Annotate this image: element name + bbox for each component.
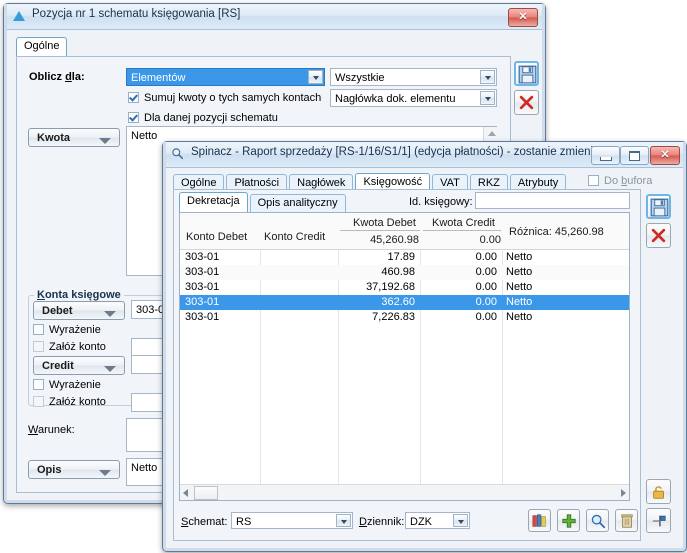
window2-close-button[interactable]: ✕	[650, 146, 680, 165]
chevron-down-icon[interactable]	[480, 70, 495, 84]
checkbox-wyrazenie-credit[interactable]	[33, 379, 44, 390]
search-button[interactable]	[586, 509, 609, 532]
window1-titlebar[interactable]: Pozycja nr 1 schematu księgowania [RS] ✕	[4, 4, 545, 30]
id-ksiegowy-input[interactable]	[475, 192, 630, 209]
window1-title: Pozycja nr 1 schematu księgowania [RS]	[32, 8, 241, 20]
delete-button[interactable]	[615, 509, 638, 532]
pin-icon	[652, 515, 666, 527]
padlock-icon	[653, 486, 664, 499]
magnifier-icon	[591, 514, 606, 529]
scroll-right-icon[interactable]	[621, 489, 626, 497]
checkbox-dla-danej-pozycji[interactable]	[128, 112, 139, 123]
debet-button[interactable]: Debet	[33, 301, 125, 320]
minimize-icon	[600, 157, 612, 161]
cancel-icon	[651, 228, 666, 243]
checkbox-do-bufora[interactable]	[588, 175, 599, 186]
magnifier-icon	[172, 148, 184, 160]
scroll-up-icon[interactable]	[488, 131, 496, 136]
combo-zakres[interactable]: Wszystkie	[330, 68, 497, 86]
dekretacja-grid[interactable]: Konto Debet Konto Credit Kwota Debet Kwo…	[179, 212, 630, 501]
window1-tabstrip[interactable]: Ogólne	[16, 37, 68, 58]
grid-total-kwota-debet: 45,260.98	[370, 234, 419, 246]
window1-close-button[interactable]: ✕	[508, 8, 538, 27]
oblicz-dla-label: Oblicz dla:	[29, 71, 85, 83]
table-row[interactable]: 303-01 37,192.68 0.00 Netto	[180, 280, 629, 295]
checkbox-zaloz-konto-debet[interactable]	[33, 341, 44, 352]
checkbox-zaloz-konto-credit-label[interactable]: Załóż konto	[49, 396, 106, 409]
chevron-down-icon	[104, 311, 116, 317]
combo-oblicz-dla[interactable]: Elementów	[126, 68, 325, 86]
grid-col-konto-credit[interactable]: Konto Credit	[264, 231, 325, 243]
subtab-opis-analityczny[interactable]: Opis analityczny	[249, 194, 346, 213]
window2-subtabstrip[interactable]: Dekretacja Opis analityczny	[179, 192, 346, 213]
opis-button[interactable]: Opis	[28, 460, 120, 479]
window2-maximize-button[interactable]	[620, 146, 649, 165]
chevron-down-icon	[104, 366, 116, 372]
schemat-label: Schemat:	[181, 516, 228, 528]
combo-dziennik[interactable]: DZK	[405, 512, 470, 529]
chevron-down-icon[interactable]	[453, 514, 468, 527]
chevron-down-icon[interactable]	[308, 70, 323, 84]
grid-roznica: Różnica: 45,260.98	[509, 226, 604, 238]
window2-lock-button[interactable]	[646, 479, 671, 504]
table-row[interactable]: 303-01 17.89 0.00 Netto	[180, 250, 629, 265]
window-spinacz-raport[interactable]: Spinacz - Raport sprzedaży [RS-1/16/S1/1…	[162, 141, 687, 552]
konta-ksiegowe-legend: Konta księgowe	[34, 289, 124, 301]
combo-schemat[interactable]: RS	[231, 512, 353, 529]
credit-button[interactable]: Credit	[33, 356, 125, 375]
plus-icon	[562, 514, 576, 528]
chevron-down-icon	[99, 138, 111, 144]
checkbox-zaloz-konto-credit[interactable]	[33, 396, 44, 407]
chevron-down-icon[interactable]	[480, 91, 495, 105]
trash-icon	[621, 514, 633, 528]
books-button[interactable]	[528, 509, 551, 532]
books-icon	[532, 514, 546, 527]
grid-col-kwota-debet[interactable]: Kwota Debet	[353, 217, 416, 229]
table-row-selected[interactable]: 303-01 362.60 0.00 Netto	[180, 295, 629, 310]
window2-cancel-button[interactable]	[646, 223, 671, 248]
checkbox-sumuj[interactable]	[128, 92, 139, 103]
save-icon	[518, 65, 537, 84]
checkbox-sumuj-label[interactable]: Sumuj kwoty o tych samych kontach	[144, 92, 321, 105]
tab-ogolne[interactable]: Ogólne	[16, 37, 68, 58]
grid-col-kwota-credit[interactable]: Kwota Credit	[432, 217, 495, 229]
grid-header: Konto Debet Konto Credit Kwota Debet Kwo…	[180, 213, 629, 250]
subtab-dekretacja[interactable]: Dekretacja	[179, 192, 248, 213]
grid-total-kwota-credit: 0.00	[479, 234, 501, 246]
grid-horizontal-scrollbar[interactable]	[180, 484, 629, 500]
checkbox-dla-danej-pozycji-label[interactable]: Dla danej pozycji schematu	[144, 112, 278, 125]
window1-save-button[interactable]	[514, 61, 539, 86]
kwota-button[interactable]: Kwota	[28, 128, 120, 147]
window2-title: Spinacz - Raport sprzedaży [RS-1/16/S1/1…	[191, 146, 612, 158]
dziennik-label: Dziennik:	[359, 516, 405, 528]
window2-pin-button[interactable]	[646, 508, 671, 533]
chevron-down-icon	[99, 470, 111, 476]
window2-titlebar[interactable]: Spinacz - Raport sprzedaży [RS-1/16/S1/1…	[163, 142, 686, 168]
close-icon: ✕	[660, 149, 670, 161]
cancel-icon	[519, 95, 534, 110]
checkbox-wyrazenie-credit-label[interactable]: Wyrażenie	[49, 379, 101, 392]
scroll-thumb[interactable]	[194, 486, 218, 500]
chevron-down-icon[interactable]	[336, 514, 351, 527]
checkbox-do-bufora-label[interactable]: Do bufora	[604, 175, 652, 188]
warunek-label: Warunek:	[28, 424, 75, 436]
grid-col-konto-debet[interactable]: Konto Debet	[186, 231, 247, 243]
id-ksiegowy-label: Id. księgowy:	[409, 196, 473, 208]
save-icon	[650, 198, 669, 217]
close-icon: ✕	[518, 11, 528, 23]
triangle-icon	[13, 11, 25, 21]
table-row[interactable]: 303-01 460.98 0.00 Netto	[180, 265, 629, 280]
add-button[interactable]	[557, 509, 580, 532]
combo-naglowek[interactable]: Nagłówka dok. elementu	[330, 89, 497, 107]
checkbox-wyrazenie-debet[interactable]	[33, 324, 44, 335]
table-row[interactable]: 303-01 7,226.83 0.00 Netto	[180, 310, 629, 325]
window2-save-button[interactable]	[646, 194, 671, 219]
checkbox-zaloz-konto-debet-label[interactable]: Załóż konto	[49, 341, 106, 354]
maximize-icon	[629, 151, 640, 161]
window1-cancel-button[interactable]	[514, 90, 539, 115]
checkbox-wyrazenie-debet-label[interactable]: Wyrażenie	[49, 324, 101, 337]
scroll-left-icon[interactable]	[183, 489, 188, 497]
window2-minimize-button[interactable]	[591, 146, 620, 165]
